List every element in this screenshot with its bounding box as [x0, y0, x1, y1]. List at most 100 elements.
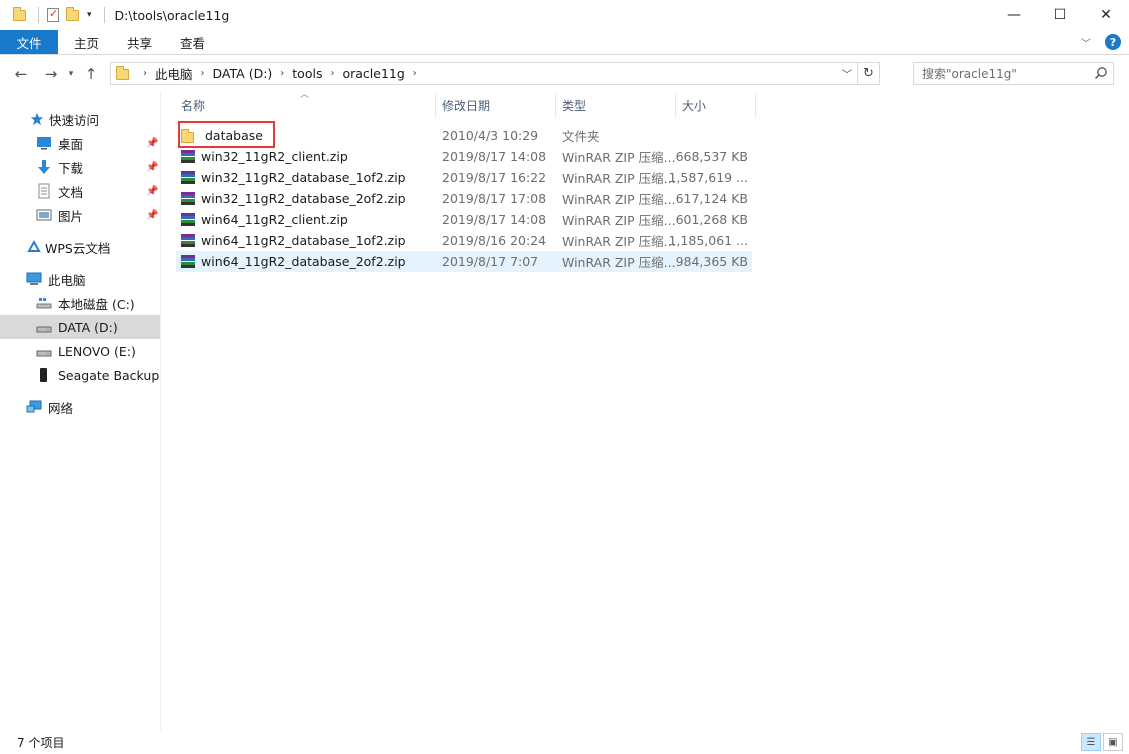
refresh-icon[interactable]: ↻	[857, 63, 879, 84]
sidebar-item-lenovo-e[interactable]: LENOVO (E:)	[0, 339, 160, 363]
sidebar-item-label: Seagate Backup Plus Drive	[58, 367, 160, 383]
sidebar-item-documents[interactable]: 文档 📌	[0, 179, 160, 203]
file-name-cell: win32_11gR2_database_1of2.zip	[180, 167, 406, 188]
file-date: 2019/8/17 16:22	[442, 170, 547, 185]
file-row[interactable]: win64_11gR2_database_1of2.zip 2019/8/16 …	[176, 230, 752, 251]
file-name: win32_11gR2_database_1of2.zip	[201, 170, 406, 185]
quick-access-toolbar: ▾ D:\tools\oracle11g	[0, 0, 229, 30]
expand-ribbon-chevron-icon[interactable]: ﹀	[1081, 35, 1091, 50]
file-row[interactable]: win64_11gR2_client.zip 2019/8/17 14:08 W…	[176, 209, 752, 230]
maximize-button[interactable]: ☐	[1037, 0, 1083, 30]
forward-arrow-icon[interactable]: →	[40, 63, 62, 85]
pin-icon[interactable]: 📌	[146, 138, 158, 149]
sidebar-item-this-pc[interactable]: 此电脑	[0, 267, 160, 291]
minimize-button[interactable]: —	[991, 0, 1037, 30]
sidebar-item-network[interactable]: 网络	[0, 395, 160, 419]
file-name: win64_11gR2_database_1of2.zip	[201, 233, 406, 248]
file-date: 2019/8/16 20:24	[442, 233, 547, 248]
pin-icon[interactable]: 📌	[146, 162, 158, 173]
sidebar-item-pictures[interactable]: 图片 📌	[0, 203, 160, 227]
file-name: win64_11gR2_database_2of2.zip	[201, 254, 406, 269]
file-size: 984,365 KB	[675, 254, 748, 269]
search-input[interactable]: 搜索"oracle11g"	[913, 62, 1114, 85]
sidebar-item-label: 下载	[58, 160, 84, 176]
details-view-icon[interactable]: ☰	[1081, 733, 1101, 751]
breadcrumb-chevron-icon[interactable]: ›	[330, 68, 334, 79]
search-icon[interactable]	[1094, 66, 1108, 80]
file-row[interactable]: win32_11gR2_database_1of2.zip 2019/8/17 …	[176, 167, 752, 188]
breadcrumb-tools[interactable]: tools	[292, 66, 322, 81]
folder-icon	[115, 65, 131, 82]
desktop-icon	[37, 137, 51, 150]
sidebar-item-label: 桌面	[58, 136, 84, 152]
breadcrumb-this-pc[interactable]: 此电脑	[155, 64, 193, 83]
folder-icon	[12, 7, 28, 23]
file-name-cell: win64_11gR2_database_1of2.zip	[180, 230, 406, 251]
file-type: WinRAR ZIP 压缩...	[562, 150, 676, 165]
drive-icon	[36, 326, 52, 333]
new-folder-icon[interactable]	[65, 7, 81, 23]
sidebar-item-label: 本地磁盘 (C:)	[58, 296, 135, 312]
tab-home[interactable]: 主页	[60, 30, 113, 54]
file-row[interactable]: win32_11gR2_database_2of2.zip 2019/8/17 …	[176, 188, 752, 209]
breadcrumb-chevron-icon[interactable]: ›	[201, 68, 205, 79]
file-row-selected[interactable]: win64_11gR2_database_2of2.zip 2019/8/17 …	[176, 251, 752, 272]
navigation-pane: 快速访问 桌面 📌 下载 📌 文档 📌 图片 📌 WPS云文档 此电脑 本地磁盘…	[0, 91, 161, 731]
address-bar[interactable]: › 此电脑 › DATA (D:) › tools › oracle11g › …	[110, 62, 880, 85]
customize-toolbar-chevron-icon[interactable]: ▾	[87, 10, 92, 20]
breadcrumb-chevron-icon[interactable]: ›	[280, 68, 284, 79]
breadcrumb-chevron-icon[interactable]: ›	[143, 68, 147, 79]
sidebar-item-downloads[interactable]: 下载 📌	[0, 155, 160, 179]
column-header-size[interactable]: 大小	[676, 93, 756, 117]
divider	[38, 7, 39, 23]
tab-view[interactable]: 查看	[166, 30, 219, 54]
file-name-cell: win32_11gR2_client.zip	[180, 146, 348, 167]
breadcrumb-data-drive[interactable]: DATA (D:)	[213, 66, 273, 81]
close-button[interactable]: ✕	[1083, 0, 1129, 30]
drive-icon	[36, 350, 52, 357]
back-arrow-icon[interactable]: ←	[10, 63, 32, 85]
sidebar-item-local-disk-c[interactable]: 本地磁盘 (C:)	[0, 291, 160, 315]
file-name: win64_11gR2_client.zip	[201, 212, 348, 227]
file-size: 1,185,061 ...	[668, 233, 748, 248]
star-icon	[30, 112, 44, 126]
file-date: 2019/8/17 17:08	[442, 191, 547, 206]
file-type: WinRAR ZIP 压缩...	[562, 213, 676, 228]
address-history-chevron-icon[interactable]: ﹀	[839, 63, 855, 84]
sidebar-item-quick-access[interactable]: 快速访问	[0, 107, 160, 131]
tab-share[interactable]: 共享	[113, 30, 166, 54]
pictures-icon	[36, 209, 52, 221]
column-header-date[interactable]: 修改日期	[436, 93, 556, 117]
recent-locations-chevron-icon[interactable]: ▾	[64, 63, 78, 85]
sidebar-item-desktop[interactable]: 桌面 📌	[0, 131, 160, 155]
file-type: WinRAR ZIP 压缩...	[562, 255, 676, 270]
breadcrumb-chevron-icon[interactable]: ›	[413, 68, 417, 79]
sidebar-item-label: DATA (D:)	[58, 319, 118, 335]
large-icons-view-icon[interactable]: ▣	[1103, 733, 1123, 751]
sidebar-item-seagate[interactable]: Seagate Backup Plus Drive	[0, 363, 160, 387]
network-icon	[26, 400, 42, 413]
file-row[interactable]: win32_11gR2_client.zip 2019/8/17 14:08 W…	[176, 146, 752, 167]
file-size: 1,587,619 ...	[668, 170, 748, 185]
sidebar-item-wps-cloud[interactable]: WPS云文档	[0, 235, 160, 259]
search-placeholder: 搜索"oracle11g"	[922, 67, 1017, 81]
column-header-name[interactable]: 名称	[175, 93, 436, 117]
pin-icon[interactable]: 📌	[146, 210, 158, 221]
tab-file[interactable]: 文件	[0, 30, 58, 54]
file-date: 2019/8/17 14:08	[442, 212, 547, 227]
divider	[103, 7, 105, 23]
properties-icon[interactable]	[45, 7, 61, 23]
file-name: win32_11gR2_database_2of2.zip	[201, 191, 406, 206]
breadcrumb-oracle11g[interactable]: oracle11g	[342, 66, 404, 81]
winrar-icon	[180, 233, 196, 249]
system-drive-icon	[36, 298, 52, 309]
column-header-type[interactable]: 类型	[556, 93, 676, 117]
pin-icon[interactable]: 📌	[146, 186, 158, 197]
navigation-bar: ← → ▾ ↑ › 此电脑 › DATA (D:) › tools › orac…	[0, 56, 1129, 91]
help-icon[interactable]: ?	[1105, 34, 1121, 50]
sidebar-item-data-d[interactable]: DATA (D:)	[0, 315, 160, 339]
item-count: 7 个项目	[17, 736, 65, 750]
up-arrow-icon[interactable]: ↑	[80, 63, 102, 85]
status-bar: 7 个项目 ☰ ▣	[0, 731, 1129, 754]
computer-icon	[26, 272, 42, 285]
